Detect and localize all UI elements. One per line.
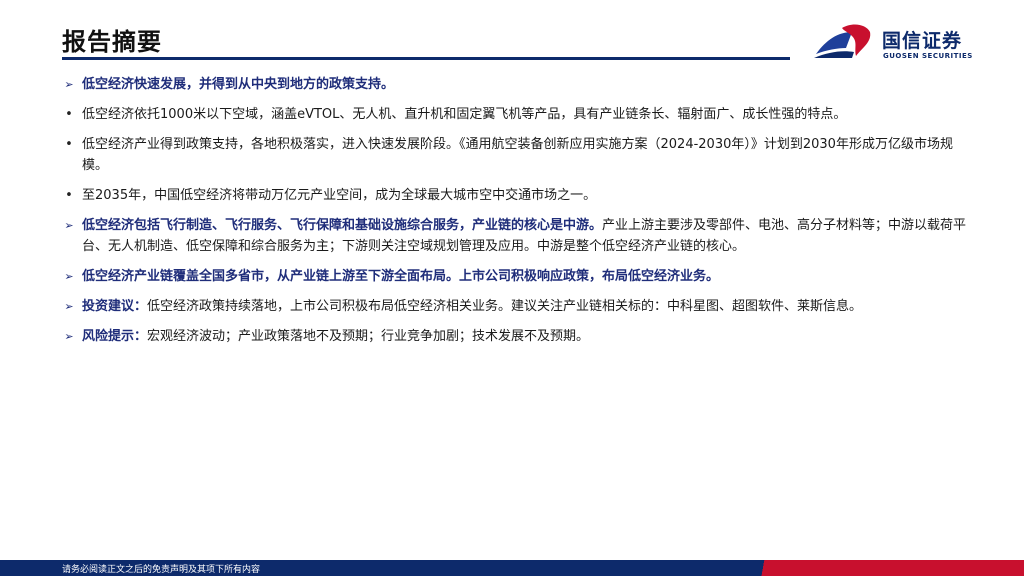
guosen-logo-icon <box>814 24 871 58</box>
summary-item: ➢ 风险提示：宏观经济波动；产业政策落地不及预期；行业竞争加剧；技术发展不及预期… <box>60 326 976 347</box>
summary-item: ➢ 投资建议：低空经济政策持续落地，上市公司积极布局低空经济相关业务。建议关注产… <box>60 296 976 317</box>
item-text: 低空经济产业得到政策支持，各地积极落实，进入快速发展阶段。《通用航空装备创新应用… <box>82 137 953 173</box>
summary-item: ➢ 低空经济快速发展，并得到从中央到地方的政策支持。 <box>60 74 976 95</box>
item-heading: 低空经济快速发展，并得到从中央到地方的政策支持。 <box>82 77 395 92</box>
dot-bullet-icon: • <box>65 107 73 122</box>
dot-bullet-icon: • <box>65 137 73 152</box>
brand-logo: 国信证券 GUOSEN SECURITIES <box>812 22 982 66</box>
footer-disclaimer: 请务必阅读正文之后的免责声明及其项下所有内容 <box>62 565 261 575</box>
item-heading: 低空经济包括飞行制造、飞行服务、飞行保障和基础设施综合服务，产业链的核心是中游。 <box>82 218 603 233</box>
item-heading: 投资建议： <box>82 299 148 314</box>
item-text: 低空经济依托1000米以下空域，涵盖eVTOL、无人机、直升机和固定翼飞机等产品… <box>82 107 847 122</box>
summary-item: • 低空经济产业得到政策支持，各地积极落实，进入快速发展阶段。《通用航空装备创新… <box>60 134 976 176</box>
arrow-bullet-icon: ➢ <box>64 219 74 232</box>
arrow-bullet-icon: ➢ <box>64 78 74 91</box>
brand-name-cn: 国信证券 <box>882 30 963 52</box>
footer-bar: 请务必阅读正文之后的免责声明及其项下所有内容 <box>0 560 1024 576</box>
brand-name-en: GUOSEN SECURITIES <box>883 52 973 60</box>
summary-item: • 至2035年，中国低空经济将带动万亿元产业空间，成为全球最大城市空中交通市场… <box>60 185 976 206</box>
arrow-bullet-icon: ➢ <box>64 270 74 283</box>
item-text: 低空经济政策持续落地，上市公司积极布局低空经济相关业务。建议关注产业链相关标的：… <box>147 299 863 314</box>
summary-list: ➢ 低空经济快速发展，并得到从中央到地方的政策支持。 • 低空经济依托1000米… <box>60 74 976 356</box>
item-heading: 风险提示： <box>82 329 148 344</box>
arrow-bullet-icon: ➢ <box>64 300 74 313</box>
item-heading: 低空经济产业链覆盖全国多省市，从产业链上游至下游全面布局。上市公司积极响应政策，… <box>82 269 720 284</box>
summary-item: ➢ 低空经济产业链覆盖全国多省市，从产业链上游至下游全面布局。上市公司积极响应政… <box>60 266 976 287</box>
title-divider <box>62 57 790 60</box>
footer-accent <box>744 560 1024 576</box>
page-title: 报告摘要 <box>62 28 162 56</box>
item-text: 至2035年，中国低空经济将带动万亿元产业空间，成为全球最大城市空中交通市场之一… <box>82 188 597 203</box>
dot-bullet-icon: • <box>65 188 73 203</box>
summary-item: ➢ 低空经济包括飞行制造、飞行服务、飞行保障和基础设施综合服务，产业链的核心是中… <box>60 215 976 257</box>
summary-item: • 低空经济依托1000米以下空域，涵盖eVTOL、无人机、直升机和固定翼飞机等… <box>60 104 976 125</box>
arrow-bullet-icon: ➢ <box>64 330 74 343</box>
item-text: 宏观经济波动；产业政策落地不及预期；行业竞争加剧；技术发展不及预期。 <box>147 329 590 344</box>
